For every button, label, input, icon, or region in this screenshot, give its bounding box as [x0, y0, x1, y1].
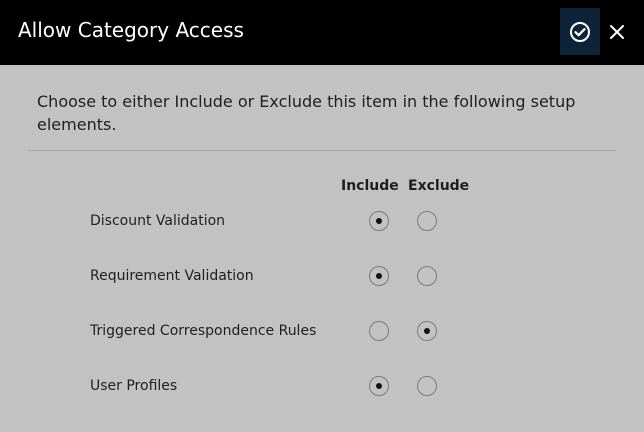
exclude-radio-triggered-correspondence-rules[interactable]: [417, 321, 437, 341]
include-radio-user-profiles[interactable]: [369, 376, 389, 396]
close-icon: [610, 25, 624, 39]
divider: [28, 150, 616, 151]
instructions-text: Choose to either Include or Exclude this…: [37, 92, 576, 134]
include-radio-triggered-correspondence-rules[interactable]: [369, 321, 389, 341]
row-label-user-profiles: User Profiles: [90, 378, 178, 394]
row-label-triggered-correspondence-rules: Triggered Correspondence Rules: [90, 323, 317, 339]
row-label-discount-validation: Discount Validation: [90, 213, 226, 229]
confirm-button[interactable]: [560, 8, 600, 55]
exclude-radio-discount-validation[interactable]: [417, 211, 437, 231]
include-radio-requirement-validation[interactable]: [369, 266, 389, 286]
exclude-radio-user-profiles[interactable]: [417, 376, 437, 396]
check-circle-icon: [570, 22, 590, 42]
exclude-column-header: Exclude: [408, 178, 470, 194]
close-button[interactable]: [603, 16, 631, 48]
row-label-requirement-validation: Requirement Validation: [90, 268, 254, 284]
include-column-header: Include: [341, 178, 399, 194]
include-radio-discount-validation[interactable]: [369, 211, 389, 231]
dialog-header: Allow Category Access: [0, 0, 644, 65]
dialog-title: Allow Category Access: [18, 18, 244, 42]
exclude-radio-requirement-validation[interactable]: [417, 266, 437, 286]
